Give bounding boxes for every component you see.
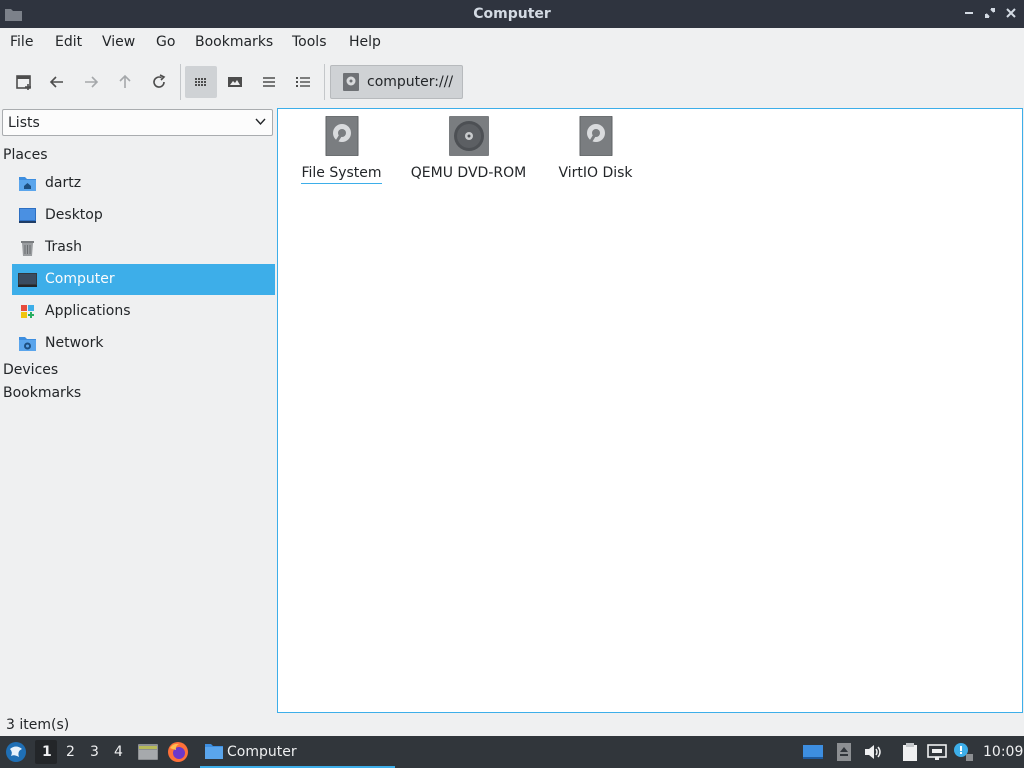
window-title: Computer	[473, 6, 551, 22]
menu-go[interactable]: Go	[156, 34, 175, 50]
workspace-1[interactable]: 1	[42, 744, 52, 760]
places-header[interactable]: Places	[3, 147, 48, 163]
menu-edit[interactable]: Edit	[55, 34, 82, 50]
desktop-icon	[19, 208, 36, 223]
chevron-down-icon	[255, 118, 266, 126]
sidebar-item-applications[interactable]: Applications	[12, 296, 275, 327]
volume-icon[interactable]	[863, 743, 883, 761]
harddisk-icon	[343, 73, 359, 91]
workspace-3[interactable]: 3	[90, 744, 99, 760]
sidebar-item-trash[interactable]: Trash	[12, 232, 275, 263]
harddisk-icon	[579, 115, 612, 157]
sidebar-item-desktop[interactable]: Desktop	[12, 200, 275, 231]
clipboard-icon[interactable]	[900, 743, 920, 761]
optical-drive-icon	[448, 116, 489, 156]
sidebar-item-label: Applications	[45, 303, 131, 319]
compact-view-button[interactable]	[253, 66, 285, 98]
harddisk-icon	[325, 115, 358, 157]
bookmarks-header[interactable]: Bookmarks	[3, 385, 81, 401]
sidebar-item-network[interactable]: Network	[12, 328, 275, 359]
grid-view-icon	[195, 78, 206, 86]
path-text: computer:///	[367, 74, 454, 90]
workspace-4[interactable]: 4	[114, 744, 123, 760]
sidebar-item-label: Desktop	[45, 207, 103, 223]
start-menu-icon[interactable]	[5, 741, 27, 763]
back-button[interactable]	[41, 66, 73, 98]
window-titlebar[interactable]: Computer	[0, 0, 1024, 28]
up-arrow-icon	[119, 74, 131, 88]
toolbar: computer:///	[0, 57, 1024, 105]
new-tab-button[interactable]	[8, 66, 40, 98]
side-pane-selector[interactable]: Lists	[2, 109, 273, 136]
minimize-icon[interactable]	[962, 6, 976, 20]
devices-header[interactable]: Devices	[3, 362, 58, 378]
toolbar-separator	[180, 64, 181, 100]
up-button[interactable]	[109, 66, 141, 98]
drive-label: QEMU DVD-ROM	[410, 165, 527, 181]
back-arrow-icon	[49, 76, 63, 88]
list-icon	[263, 77, 275, 87]
taskbar: 1 2 3 4 Computer 10:09	[0, 736, 1024, 768]
menu-file[interactable]: File	[10, 34, 33, 50]
file-view[interactable]: File System QEMU DVD-ROM VirtIO Disk	[277, 108, 1023, 713]
menubar: File Edit View Go Bookmarks Tools Help	[0, 28, 1024, 57]
show-desktop-icon[interactable]	[803, 743, 823, 761]
reload-icon	[153, 74, 166, 88]
sidebar-item-label: dartz	[45, 175, 82, 191]
forward-button[interactable]	[75, 66, 107, 98]
toolbar-separator	[324, 64, 325, 100]
drive-label: File System	[301, 165, 382, 184]
task-label: Computer	[227, 744, 297, 760]
drive-item-file-system[interactable]: File System	[278, 115, 405, 184]
reload-button[interactable]	[143, 66, 175, 98]
detailed-view-button[interactable]	[287, 66, 319, 98]
taskbar-task-computer[interactable]: Computer	[200, 736, 395, 768]
statusbar: 3 item(s)	[0, 714, 1024, 736]
network-wired-icon[interactable]	[927, 743, 947, 761]
removable-media-icon[interactable]	[835, 743, 855, 761]
file-manager-launcher-icon[interactable]	[138, 742, 158, 762]
menu-help[interactable]: Help	[349, 34, 381, 50]
network-icon	[19, 337, 36, 351]
detailed-list-icon	[296, 77, 310, 87]
new-tab-icon	[16, 75, 31, 90]
side-pane-selector-value: Lists	[8, 115, 40, 131]
thumbnail-view-button[interactable]	[219, 66, 251, 98]
sidebar-item-label: Trash	[45, 239, 82, 255]
drive-item-qemu-dvd-rom[interactable]: QEMU DVD-ROM	[405, 116, 532, 183]
drive-label: VirtIO Disk	[558, 165, 633, 181]
trash-icon	[21, 241, 34, 256]
folder-icon	[205, 744, 223, 759]
home-folder-icon	[19, 177, 36, 191]
menu-tools[interactable]: Tools	[292, 34, 327, 50]
icon-view-button[interactable]	[185, 66, 217, 98]
restore-icon[interactable]	[983, 6, 997, 20]
sidebar-item-label: Network	[45, 335, 104, 351]
computer-icon	[18, 273, 37, 287]
drive-item-virtio-disk[interactable]: VirtIO Disk	[532, 115, 659, 183]
image-icon	[228, 77, 242, 87]
sidebar-item-computer[interactable]: Computer	[12, 264, 275, 295]
close-icon[interactable]	[1004, 6, 1018, 20]
forward-arrow-icon	[85, 76, 99, 88]
sidebar-item-dartz[interactable]: dartz	[12, 168, 275, 199]
menu-bookmarks[interactable]: Bookmarks	[195, 34, 273, 50]
path-bar-button[interactable]: computer:///	[330, 65, 463, 99]
firefox-icon[interactable]	[167, 741, 189, 763]
applications-icon	[21, 305, 34, 318]
clock: 10:09	[983, 744, 1024, 760]
menu-view[interactable]: View	[102, 34, 135, 50]
sidebar: Lists Places dartz Desktop Trash Compute…	[0, 108, 276, 712]
workspace-2[interactable]: 2	[66, 744, 75, 760]
sidebar-item-label: Computer	[45, 271, 115, 287]
status-text: 3 item(s)	[6, 717, 70, 733]
updates-icon[interactable]	[953, 743, 973, 761]
